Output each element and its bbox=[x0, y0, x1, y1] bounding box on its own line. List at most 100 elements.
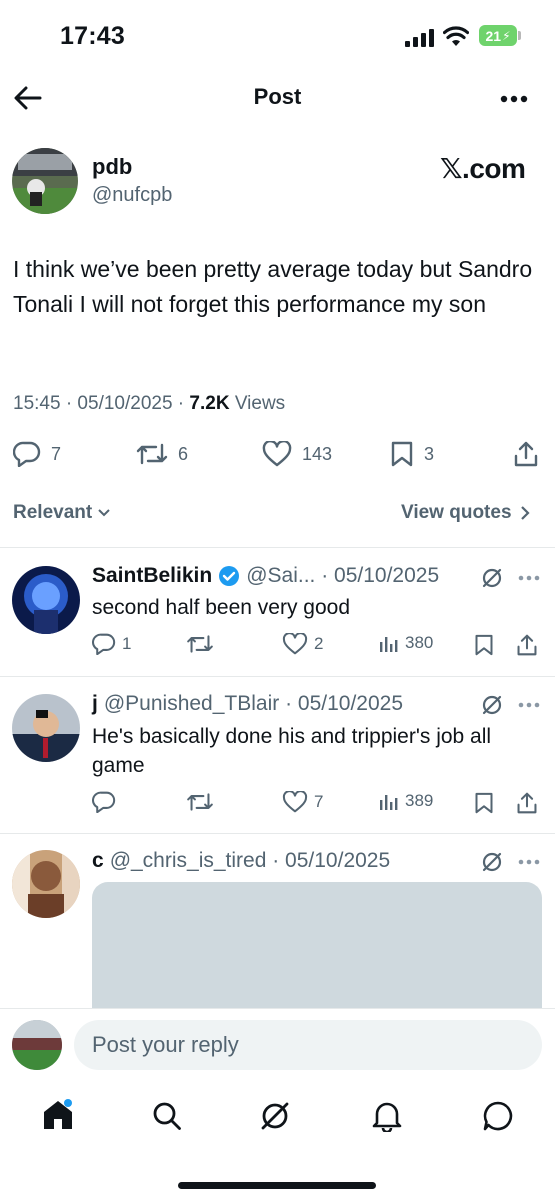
share-icon[interactable] bbox=[513, 440, 539, 468]
reply-like-button[interactable]: 2 bbox=[282, 633, 323, 655]
reply-like-button[interactable]: 7 bbox=[282, 791, 323, 813]
battery-icon: 21 ⚡ bbox=[479, 25, 517, 46]
reply-reply-button[interactable]: 1 bbox=[92, 633, 131, 655]
home-indicator bbox=[178, 1182, 376, 1189]
reply-input-placeholder: Post your reply bbox=[92, 1032, 239, 1057]
reply-input[interactable]: Post your reply bbox=[74, 1020, 542, 1070]
more-options-icon[interactable] bbox=[500, 95, 528, 103]
cellular-signal-icon bbox=[405, 29, 435, 47]
bookmark-icon bbox=[391, 441, 413, 467]
reply-like-count: 7 bbox=[314, 792, 324, 811]
reply-more-icon[interactable] bbox=[518, 859, 540, 865]
reply-view-count: 389 bbox=[405, 791, 434, 810]
heart-icon bbox=[282, 791, 308, 813]
battery-level: 21 bbox=[485, 27, 502, 44]
tab-grok[interactable] bbox=[259, 1100, 291, 1132]
reply-bookmark-icon[interactable] bbox=[474, 792, 494, 814]
reply-views-button[interactable]: 380 bbox=[379, 633, 433, 653]
reply-avatar[interactable] bbox=[12, 694, 80, 762]
wifi-icon bbox=[443, 25, 469, 47]
reply-sort-label: Relevant bbox=[13, 502, 93, 523]
post-timestamp: 15:45 · 05/10/2025 · bbox=[13, 393, 190, 414]
reply-text: He's basically done his and trippier's j… bbox=[92, 725, 492, 777]
reply-like-count: 2 bbox=[314, 634, 324, 653]
status-time: 17:43 bbox=[60, 22, 125, 50]
charging-bolt-icon: ⚡ bbox=[502, 28, 511, 43]
like-count: 143 bbox=[302, 443, 333, 464]
reply-button[interactable]: 7 bbox=[13, 441, 61, 467]
reply-handle-date[interactable]: @Sai... · 05/10/2025 bbox=[246, 564, 439, 588]
repost-count: 6 bbox=[178, 443, 189, 464]
my-avatar[interactable] bbox=[12, 1020, 62, 1070]
reply-header: j @Punished_TBlair · 05/10/2025 bbox=[92, 692, 403, 716]
divider bbox=[0, 833, 555, 834]
views-label: Views bbox=[229, 393, 286, 414]
reply-header: c @_chris_is_tired · 05/10/2025 bbox=[92, 849, 390, 873]
reply-header: SaintBelikin @Sai... · 05/10/2025 bbox=[92, 564, 439, 588]
reply-handle-date[interactable]: @_chris_is_tired · 05/10/2025 bbox=[110, 849, 390, 873]
reply-avatar[interactable] bbox=[12, 566, 80, 634]
chevron-down-icon bbox=[98, 509, 110, 517]
views-count: 7.2K bbox=[189, 393, 230, 414]
reply-more-icon[interactable] bbox=[518, 575, 540, 581]
heart-icon bbox=[282, 633, 308, 655]
tab-messages[interactable] bbox=[482, 1100, 514, 1132]
reply-share-icon[interactable] bbox=[516, 633, 538, 657]
grok-icon[interactable] bbox=[481, 567, 503, 589]
reply-view-count: 380 bbox=[405, 633, 434, 652]
tab-notifications[interactable] bbox=[372, 1100, 402, 1132]
reply-author-name[interactable]: SaintBelikin bbox=[92, 564, 212, 588]
reply-icon bbox=[92, 791, 116, 813]
reply-views-button[interactable]: 389 bbox=[379, 791, 433, 811]
battery-tip bbox=[518, 31, 521, 40]
reply-text: second half been very good bbox=[92, 596, 351, 619]
divider bbox=[0, 547, 555, 548]
reply-author-name[interactable]: c bbox=[92, 849, 104, 873]
reply-media[interactable] bbox=[92, 882, 542, 1022]
post-text: I think we’ve been pretty average today … bbox=[13, 256, 533, 317]
divider bbox=[0, 676, 555, 677]
author-name[interactable]: pdb bbox=[92, 154, 132, 180]
search-icon bbox=[153, 1102, 181, 1130]
reply-share-icon[interactable] bbox=[516, 791, 538, 815]
repost-icon bbox=[187, 635, 213, 653]
reply-count: 7 bbox=[51, 443, 62, 464]
message-icon bbox=[483, 1101, 513, 1131]
source-badge: 𝕏.com bbox=[440, 153, 526, 184]
reply-sort-dropdown[interactable]: Relevant bbox=[13, 502, 111, 524]
reply-more-icon[interactable] bbox=[518, 702, 540, 708]
reply-repost-button[interactable] bbox=[186, 633, 214, 655]
view-quotes-label: View quotes bbox=[401, 502, 512, 523]
reply-reply-button[interactable] bbox=[92, 791, 116, 813]
tab-search[interactable] bbox=[152, 1101, 182, 1131]
repost-icon bbox=[187, 793, 213, 811]
repost-button[interactable]: 6 bbox=[136, 441, 188, 467]
author-handle[interactable]: @nufcpb bbox=[92, 184, 172, 207]
chevron-right-icon bbox=[520, 506, 530, 520]
reply-avatar[interactable] bbox=[12, 850, 80, 918]
like-button[interactable]: 143 bbox=[262, 441, 332, 467]
post-meta: 15:45 · 05/10/2025 · 7.2K Views bbox=[13, 393, 285, 415]
reply-handle-date[interactable]: @Punished_TBlair · 05/10/2025 bbox=[104, 692, 403, 716]
tab-home[interactable] bbox=[42, 1098, 74, 1132]
analytics-icon bbox=[380, 637, 398, 652]
reply-author-name[interactable]: j bbox=[92, 692, 98, 716]
bookmark-button[interactable]: 3 bbox=[390, 441, 434, 467]
author-avatar[interactable] bbox=[12, 148, 78, 214]
home-icon bbox=[44, 1099, 72, 1129]
reply-reply-count: 1 bbox=[122, 634, 132, 653]
grok-icon[interactable] bbox=[481, 694, 503, 716]
bell-icon bbox=[372, 1102, 402, 1132]
reply-icon bbox=[92, 633, 116, 655]
reply-bookmark-icon[interactable] bbox=[474, 634, 494, 656]
heart-icon bbox=[262, 441, 292, 467]
grok-icon[interactable] bbox=[481, 851, 503, 873]
analytics-icon bbox=[380, 795, 398, 810]
grok-icon bbox=[261, 1102, 289, 1130]
bookmark-count: 3 bbox=[424, 443, 435, 464]
reply-icon bbox=[13, 441, 41, 467]
view-quotes-link[interactable]: View quotes bbox=[401, 502, 530, 524]
repost-icon bbox=[136, 443, 168, 465]
reply-repost-button[interactable] bbox=[186, 791, 214, 813]
verified-badge-icon bbox=[219, 566, 240, 586]
